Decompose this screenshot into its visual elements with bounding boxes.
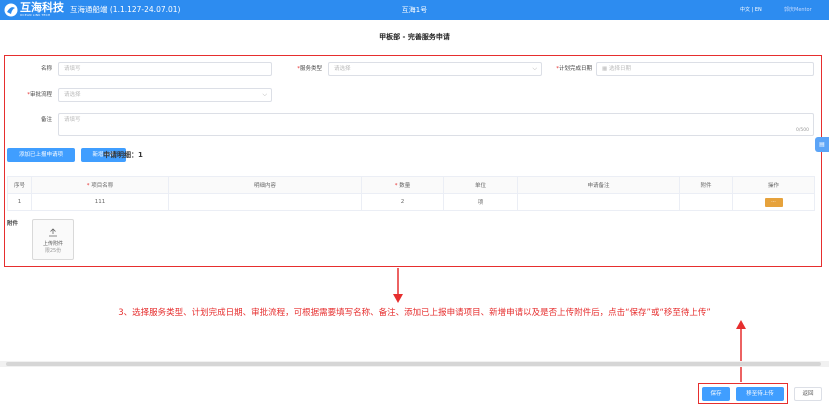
attachment-label: 附件 <box>7 221 19 227</box>
scrollbar-thumb[interactable] <box>6 362 821 366</box>
horizontal-scrollbar[interactable] <box>0 361 829 367</box>
col-header-index: 序号 <box>7 176 32 194</box>
name-input[interactable]: 请填写 <box>58 62 272 76</box>
remark-label: 备注 <box>40 117 52 123</box>
apply-detail-count: 申请明细：1 <box>103 151 143 159</box>
chevron-down-icon: ⌵ <box>262 91 267 98</box>
upload-label: 上传附件 <box>42 241 63 247</box>
table-row: 1 111 2 项 ··· <box>7 193 815 211</box>
user-menu[interactable]: 郭庆Mentor <box>784 7 812 13</box>
col-header-attach: 附件 <box>679 176 733 194</box>
cell-unit: 项 <box>443 193 518 211</box>
ship-name: 互海1号 <box>401 6 428 14</box>
remark-counter: 0/500 <box>796 128 809 133</box>
col-header-note: 申请备注 <box>517 176 680 194</box>
cell-op: ··· <box>732 193 815 211</box>
page-title: 甲板部 - 完善服务申请 <box>379 33 450 41</box>
form-highlight-box <box>4 55 822 267</box>
annotation-arrow-down-icon <box>393 268 403 303</box>
move-to-pending-button[interactable]: 移至待上传 <box>736 387 784 401</box>
col-header-content: 明细内容 <box>168 176 362 194</box>
approval-flow-label: *审批流程 <box>27 92 52 98</box>
col-header-qty: * 数量 <box>361 176 444 194</box>
col-header-op: 操作 <box>732 176 815 194</box>
cell-attach[interactable] <box>679 193 733 211</box>
cell-qty[interactable]: 2 <box>361 193 444 211</box>
back-button[interactable]: 返回 <box>794 387 822 401</box>
col-header-unit: 单位 <box>443 176 518 194</box>
upload-attachment-button[interactable]: 上传附件 限25份 <box>32 219 74 260</box>
remark-textarea[interactable]: 请填写 0/500 <box>58 113 814 136</box>
upload-icon <box>49 228 57 237</box>
add-reported-items-button[interactable]: 添加已上报申请项 <box>7 148 75 162</box>
annotation-arrow-up-icon <box>736 320 746 382</box>
planned-date-picker[interactable]: ▦ 选择日期 <box>596 62 814 76</box>
calendar-icon: ▦ <box>602 66 609 72</box>
col-header-name: * 项目名称 <box>31 176 169 194</box>
service-type-label: *服务类型 <box>297 66 322 72</box>
approval-flow-select[interactable]: 请选择 ⌵ <box>58 88 272 102</box>
name-label: 名称 <box>40 66 52 72</box>
upload-limit: 限25份 <box>44 248 62 254</box>
instruction-text: 3、选择服务类型、计划完成日期、审批流程，可根据需要填写名称、备注、添加已上报申… <box>118 308 711 318</box>
service-type-select[interactable]: 请选择 ⌵ <box>328 62 542 76</box>
cell-index: 1 <box>7 193 32 211</box>
language-switch[interactable]: 中文 | EN <box>740 7 762 13</box>
top-bar: 互海科技 OCEAN LINK TECH 互海通船端 (1.1.127-24.0… <box>0 0 829 20</box>
save-button[interactable]: 保存 <box>702 387 730 401</box>
chevron-down-icon: ⌵ <box>532 65 537 72</box>
cell-name[interactable]: 111 <box>31 193 169 211</box>
cell-content[interactable] <box>168 193 362 211</box>
table-header-row: 序号 * 项目名称 明细内容 * 数量 单位 申请备注 附件 操作 <box>7 176 815 194</box>
planned-date-label: *计划完成日期 <box>556 66 592 72</box>
apply-detail-table: 序号 * 项目名称 明细内容 * 数量 单位 申请备注 附件 操作 1 111 … <box>7 176 815 211</box>
row-more-button[interactable]: ··· <box>764 197 783 207</box>
side-panel-icon[interactable]: ▤ <box>815 137 829 152</box>
cell-note[interactable] <box>517 193 680 211</box>
